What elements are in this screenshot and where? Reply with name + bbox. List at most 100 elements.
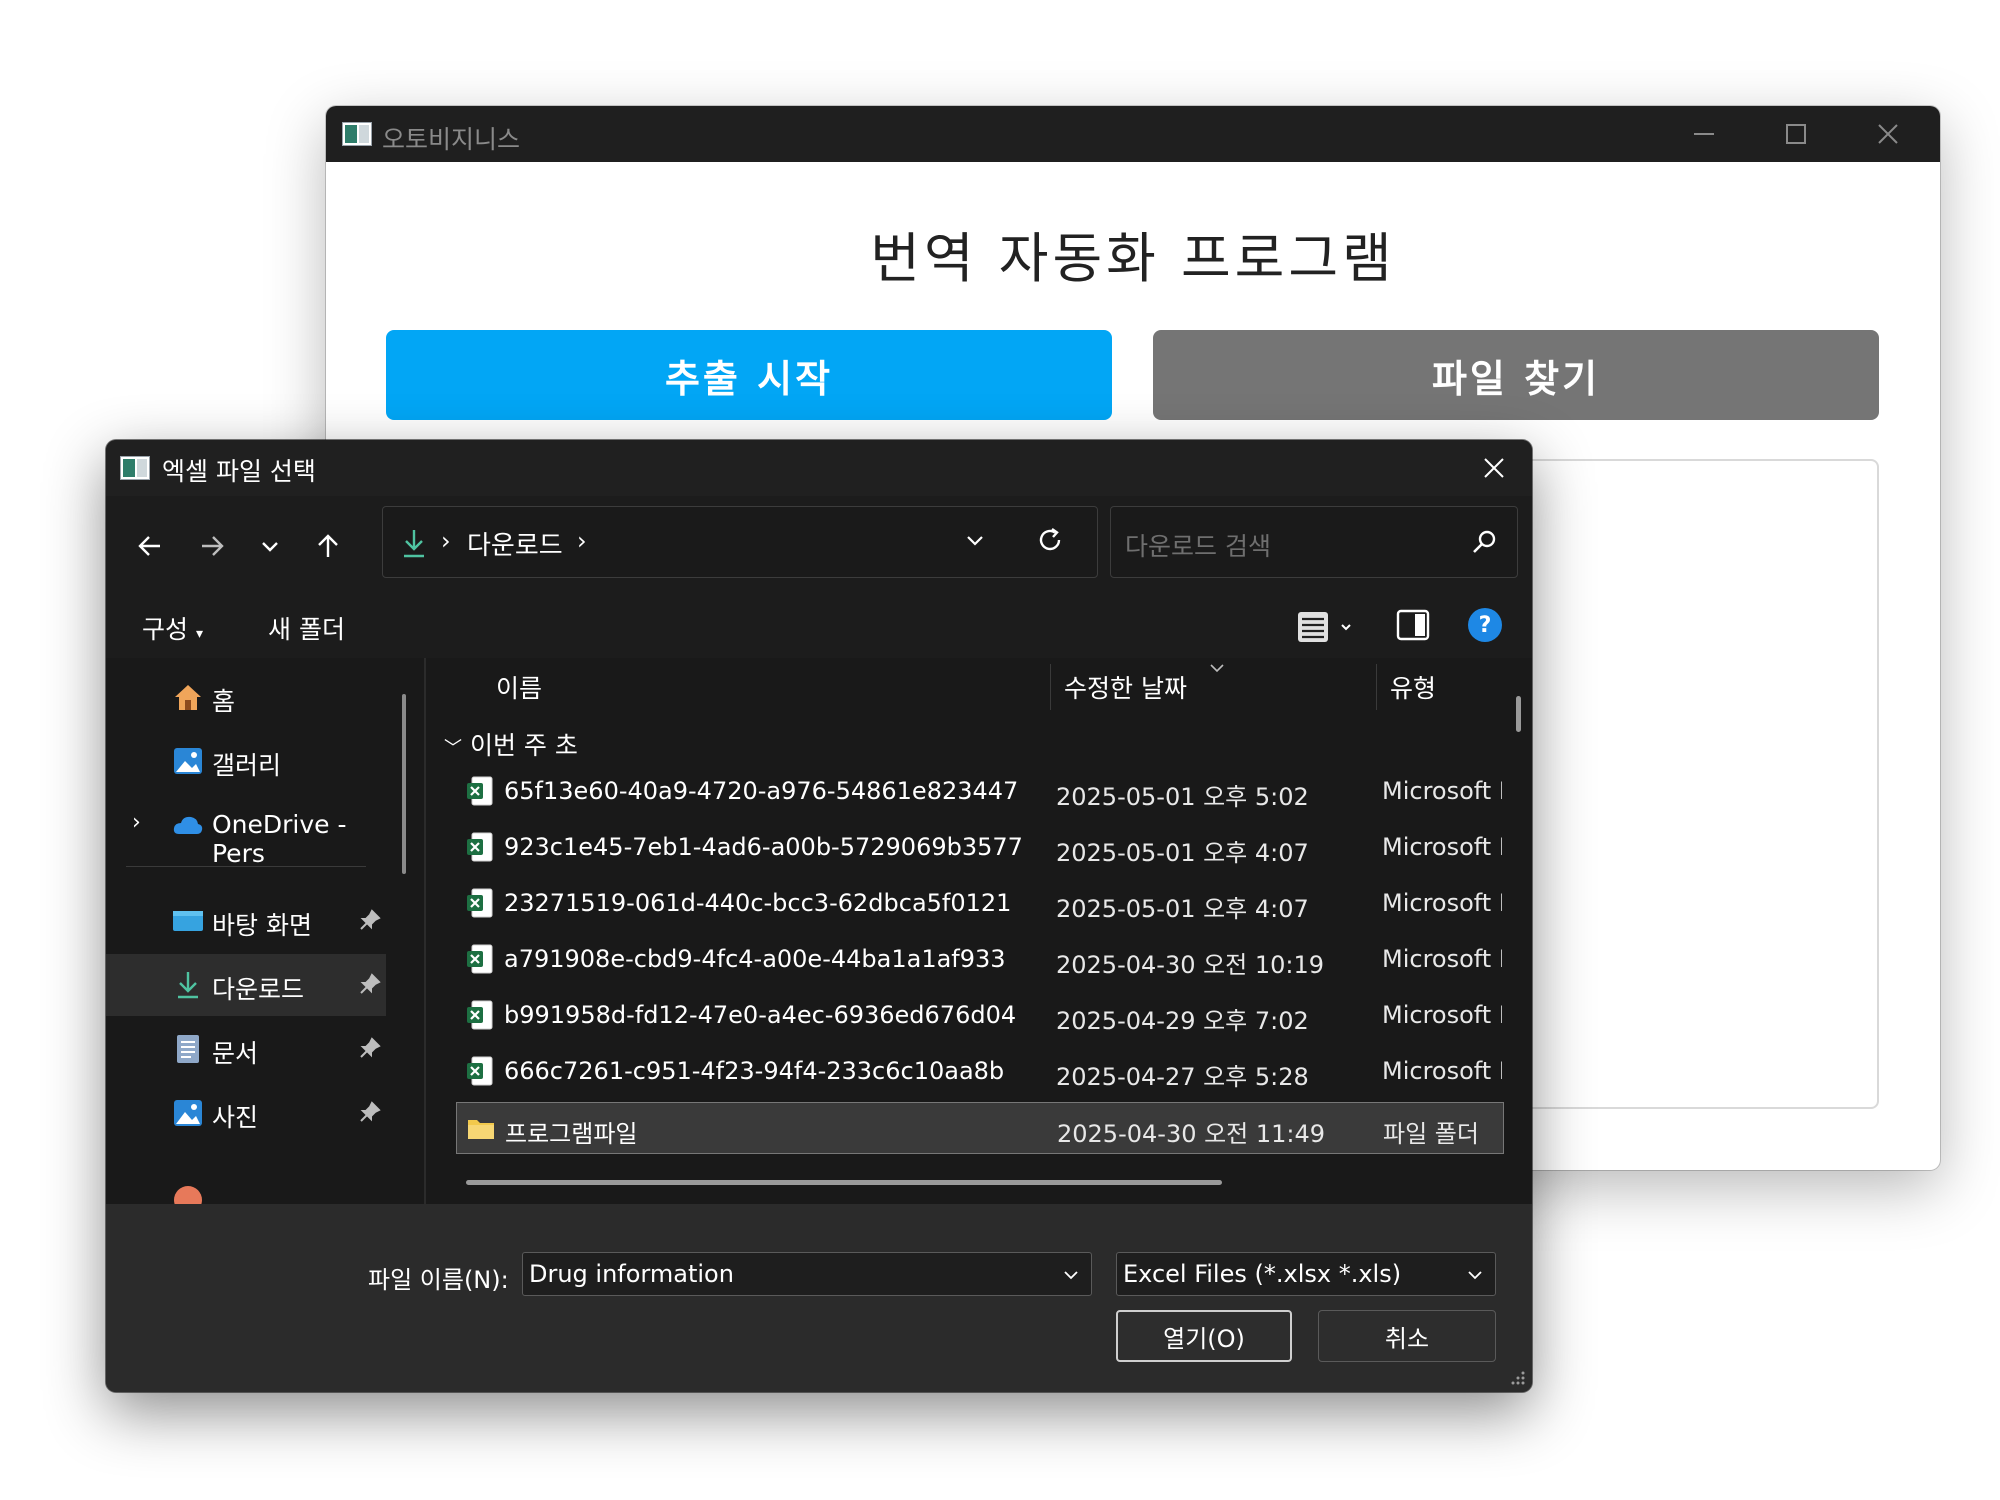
onedrive-icon (173, 816, 203, 834)
file-name: a791908e-cbd9-4fc4-a00e-44ba1a1af933 (504, 945, 1006, 973)
chevron-right-icon[interactable]: › (132, 810, 141, 835)
file-date: 2025-04-30 오전 11:49 (1057, 1120, 1326, 1148)
pin-icon (360, 909, 381, 930)
minimize-icon (1694, 133, 1714, 135)
file-name: 666c7261-c951-4f23-94f4-233c6c10aa8b (504, 1057, 1005, 1085)
gallery-icon (174, 748, 202, 774)
help-icon: ? (1478, 612, 1492, 638)
refresh-icon[interactable] (1035, 525, 1065, 555)
file-row[interactable]: 23271519-061d-440c-bcc3-62dbca5f0121 202… (456, 878, 1504, 930)
dialog-close-button[interactable] (1456, 440, 1532, 496)
forward-button[interactable] (190, 524, 234, 568)
chevron-down-icon[interactable] (963, 529, 987, 553)
find-file-button[interactable]: 파일 찾기 (1153, 330, 1879, 420)
sidebar-item-home[interactable]: 홈 (106, 666, 386, 728)
music-icon (174, 1186, 202, 1204)
sidebar-item-label: 문서 (212, 1039, 259, 1068)
recent-locations-button[interactable] (248, 524, 292, 568)
excel-file-icon (467, 776, 493, 806)
sidebar-item-desktop[interactable]: 바탕 화면 (106, 890, 386, 952)
chevron-down-icon: ﹀ (444, 738, 462, 759)
details-view-icon (1298, 612, 1351, 642)
new-folder-button[interactable]: 새 폴더 (268, 610, 345, 646)
sidebar-item-gallery[interactable]: 갤러리 (106, 730, 386, 792)
maximize-icon (1786, 124, 1806, 144)
sidebar-item-documents[interactable]: 문서 (106, 1018, 386, 1080)
close-button[interactable] (1842, 106, 1934, 162)
dialog-titlebar[interactable]: 엑셀 파일 선택 (106, 440, 1532, 496)
sidebar-item-label: 홈 (212, 687, 236, 716)
excel-file-icon (467, 1056, 493, 1086)
organize-menu[interactable]: 구성 ▾ (142, 610, 203, 646)
sidebar-item-pictures[interactable]: 사진 (106, 1082, 386, 1144)
sidebar-scrollbar[interactable] (402, 694, 406, 874)
file-row[interactable]: 923c1e45-7eb1-4ad6-a00b-5729069b3577 202… (456, 822, 1504, 874)
file-type: 파일 폴더 (1383, 1120, 1479, 1148)
help-button[interactable]: ? (1468, 608, 1502, 642)
file-date: 2025-04-27 오후 5:28 (1056, 1063, 1309, 1091)
sidebar-item-label: 갤러리 (212, 751, 282, 780)
file-type: Microsoft E (1382, 945, 1502, 973)
pin-icon (360, 1101, 381, 1122)
file-row-selected[interactable]: 프로그램파일 2025-04-30 오전 11:49 파일 폴더 (456, 1102, 1504, 1154)
pin-icon (360, 1037, 381, 1058)
resize-grip-icon[interactable] (1510, 1370, 1526, 1386)
sidebar-item-downloads[interactable]: 다운로드 (106, 954, 386, 1016)
file-type: Microsoft E (1382, 1001, 1502, 1029)
back-button[interactable] (128, 524, 172, 568)
file-list-horizontal-scrollbar[interactable] (466, 1180, 1222, 1185)
filename-input[interactable]: Drug information (522, 1252, 1092, 1296)
excel-file-icon (467, 1000, 493, 1030)
sidebar-separator (126, 866, 366, 867)
column-separator[interactable] (1050, 664, 1051, 710)
file-row[interactable]: a791908e-cbd9-4fc4-a00e-44ba1a1af933 202… (456, 934, 1504, 986)
file-row[interactable]: b991958d-fd12-47e0-a4ec-6936ed676d04 202… (456, 990, 1504, 1042)
dialog-footer: 파일 이름(N): Drug information Excel Files (… (106, 1204, 1532, 1392)
arrow-left-icon (138, 536, 160, 556)
download-icon (178, 972, 198, 999)
close-icon (1484, 458, 1504, 478)
file-type: Microsoft E (1382, 777, 1502, 805)
file-date: 2025-04-30 오전 10:19 (1056, 951, 1325, 979)
group-header[interactable]: ﹀ 이번 주 초 (444, 726, 578, 762)
sidebar-item-label: 사진 (212, 1103, 259, 1132)
open-button[interactable]: 열기(O) (1116, 1310, 1292, 1362)
file-type: Microsoft E (1382, 889, 1502, 917)
filename-label: 파일 이름(N): (368, 1266, 509, 1294)
filetype-select[interactable]: Excel Files (*.xlsx *.xls) (1116, 1252, 1496, 1296)
file-name: b991958d-fd12-47e0-a4ec-6936ed676d04 (504, 1001, 1017, 1029)
file-row[interactable]: 666c7261-c951-4f23-94f4-233c6c10aa8b 202… (456, 1046, 1504, 1098)
chevron-down-icon[interactable] (1061, 1265, 1081, 1285)
breadcrumb-location[interactable]: 다운로드 (467, 525, 563, 562)
extract-start-button[interactable]: 추출 시작 (386, 330, 1112, 420)
pin-icon (360, 973, 381, 994)
address-bar[interactable]: › 다운로드 › (382, 506, 1098, 578)
sidebar-item-label: 다운로드 (212, 975, 305, 1004)
column-header-name[interactable]: 이름 (496, 658, 896, 716)
file-name: 923c1e45-7eb1-4ad6-a00b-5729069b3577 (504, 833, 1023, 861)
main-titlebar[interactable]: 오토비지니스 (326, 106, 1940, 162)
documents-icon (177, 1035, 199, 1063)
file-name: 프로그램파일 (505, 1120, 638, 1148)
close-icon (1878, 124, 1898, 144)
file-list-vertical-scrollbar[interactable] (1516, 696, 1521, 732)
navigation-bar: › 다운로드 › 다운로드 검색 (106, 496, 1532, 594)
navigation-pane: 홈 갤러리 › OneDrive - Pers 바탕 화면 다운로드 문서 사진 (106, 658, 424, 1204)
maximize-button[interactable] (1750, 106, 1842, 162)
column-header-type[interactable]: 유형 (1390, 658, 1510, 716)
file-row[interactable]: 65f13e60-40a9-4720-a976-54861e823447 202… (456, 766, 1504, 818)
column-separator[interactable] (1376, 664, 1377, 710)
search-box[interactable]: 다운로드 검색 (1110, 506, 1518, 578)
search-icon[interactable] (1469, 527, 1499, 557)
file-date: 2025-04-29 오후 7:02 (1056, 1007, 1309, 1035)
preview-pane-button[interactable] (1396, 608, 1430, 646)
sidebar-item-onedrive[interactable]: › OneDrive - Pers (106, 794, 386, 868)
breadcrumb-chevron-icon[interactable]: › (577, 527, 587, 555)
up-button[interactable] (306, 524, 350, 568)
minimize-button[interactable] (1658, 106, 1750, 162)
arrow-right-icon (202, 536, 224, 556)
file-open-dialog: 엑셀 파일 선택 › 다운로드 › 다운로드 검색 구성 ▾ 새 폴더 ? 홈 … (106, 440, 1532, 1392)
search-placeholder: 다운로드 검색 (1125, 532, 1271, 561)
view-options-button[interactable] (1296, 610, 1356, 648)
cancel-button[interactable]: 취소 (1318, 1310, 1496, 1362)
